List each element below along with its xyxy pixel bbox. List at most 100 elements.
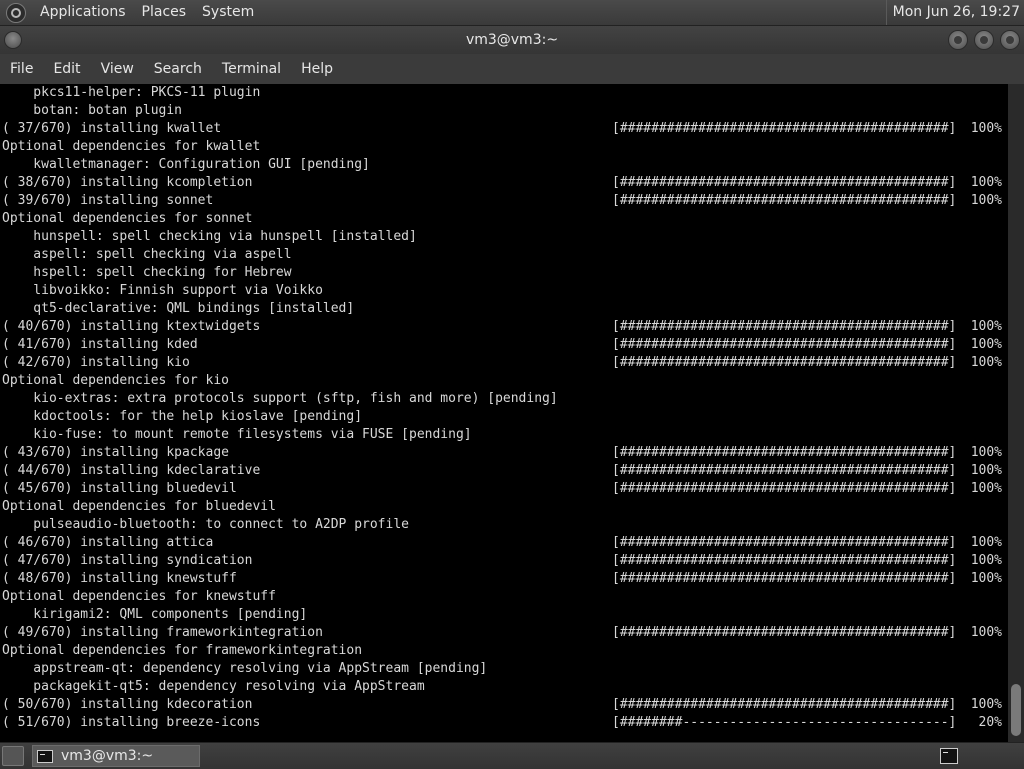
terminal-line-text: ( 48/670) installing knewstuff — [2, 571, 237, 586]
terminal-line-text: kirigami2: QML components [pending] — [2, 607, 308, 622]
applications-logo-icon[interactable] — [6, 2, 26, 23]
minimize-button[interactable] — [948, 30, 968, 50]
window-title: vm3@vm3:~ — [465, 32, 559, 48]
terminal-line: appstream-qt: dependency resolving via A… — [0, 660, 1008, 678]
progress-percent: 100% — [970, 463, 1002, 478]
terminal-line-text: libvoikko: Finnish support via Voikko — [2, 283, 323, 298]
terminal-line: aspell: spell checking via aspell — [0, 246, 1008, 264]
terminal-line: kdoctools: for the help kioslave [pendin… — [0, 408, 1008, 426]
taskbar-window-button[interactable]: vm3@vm3:~ — [32, 745, 200, 767]
terminal-line: Optional dependencies for sonnet — [0, 210, 1008, 228]
progress-bar-text: [#######################################… — [612, 121, 957, 136]
terminal-line: ( 42/670) installing kio [###############… — [0, 354, 1008, 372]
terminal-line: Optional dependencies for kio — [0, 372, 1008, 390]
terminal-line: Optional dependencies for kwallet — [0, 138, 1008, 156]
terminal-scrollbar[interactable] — [1008, 84, 1024, 742]
places-menu[interactable]: Places — [134, 0, 195, 25]
scrollbar-thumb[interactable] — [1011, 684, 1021, 736]
applications-menu[interactable]: Applications — [32, 0, 134, 25]
terminal-line-text: pulseaudio-bluetooth: to connect to A2DP… — [2, 517, 409, 532]
progress-bar-text: [#######################################… — [612, 553, 957, 568]
progress-percent: 100% — [970, 553, 1002, 568]
terminal-line-text: packagekit-qt5: dependency resolving via… — [2, 679, 425, 694]
progress-bar-text: [#######################################… — [612, 463, 957, 478]
terminal-line: kio-extras: extra protocols support (sft… — [0, 390, 1008, 408]
window-menu-button[interactable] — [4, 31, 22, 49]
progress-percent: 100% — [970, 319, 1002, 334]
system-menu[interactable]: System — [194, 0, 262, 25]
progress-percent: 100% — [970, 445, 1002, 460]
terminal-line: kirigami2: QML components [pending] — [0, 606, 1008, 624]
terminal-line-text: ( 45/670) installing bluedevil — [2, 481, 237, 496]
progress-bar-text: [#######################################… — [612, 445, 957, 460]
menu-search[interactable]: Search — [144, 54, 212, 84]
progress-percent: 100% — [970, 535, 1002, 550]
progress-percent: 100% — [970, 571, 1002, 586]
menu-view[interactable]: View — [91, 54, 144, 84]
terminal-line: ( 43/670) installing kpackage [##########… — [0, 444, 1008, 462]
terminal-line: pkcs11-helper: PKCS-11 plugin — [0, 84, 1008, 102]
window-title-bar[interactable]: vm3@vm3:~ — [0, 26, 1024, 54]
terminal-line-text: pkcs11-helper: PKCS-11 plugin — [2, 85, 261, 100]
progress-percent: 100% — [970, 481, 1002, 496]
progress-percent: 100% — [970, 193, 1002, 208]
menu-terminal[interactable]: Terminal — [212, 54, 291, 84]
terminal-line: ( 46/670) installing attica [############… — [0, 534, 1008, 552]
terminal-line: Optional dependencies for frameworkinteg… — [0, 642, 1008, 660]
terminal-line: pulseaudio-bluetooth: to connect to A2DP… — [0, 516, 1008, 534]
show-desktop-button[interactable] — [2, 746, 24, 766]
terminal-line-text: ( 46/670) installing attica — [2, 535, 214, 550]
terminal-line: ( 41/670) installing kded [##############… — [0, 336, 1008, 354]
progress-bar-text: [#######################################… — [612, 337, 957, 352]
maximize-button[interactable] — [974, 30, 994, 50]
terminal-line: kwalletmanager: Configuration GUI [pendi… — [0, 156, 1008, 174]
terminal-line-text: ( 37/670) installing kwallet — [2, 121, 222, 136]
terminal-line: botan: botan plugin — [0, 102, 1008, 120]
menu-help[interactable]: Help — [291, 54, 343, 84]
progress-bar-text: [#######################################… — [612, 175, 957, 190]
terminal-line-text: Optional dependencies for kio — [2, 373, 229, 388]
terminal-line-text: ( 38/670) installing kcompletion — [2, 175, 253, 190]
menu-file[interactable]: File — [0, 54, 43, 84]
progress-bar-text: [#######################################… — [612, 319, 957, 334]
progress-bar-text: [#######################################… — [612, 481, 957, 496]
terminal-line-text: Optional dependencies for sonnet — [2, 211, 253, 226]
progress-percent: 100% — [970, 697, 1002, 712]
terminal-line-text: kwalletmanager: Configuration GUI [pendi… — [2, 157, 370, 172]
progress-percent: 100% — [970, 625, 1002, 640]
clock[interactable]: Mon Jun 26, 19:27 — [885, 0, 1024, 25]
terminal-line-text: ( 44/670) installing kdeclarative — [2, 463, 261, 478]
top-panel: Applications Places System Mon Jun 26, 1… — [0, 0, 1024, 26]
terminal-output[interactable]: pkcs11-helper: PKCS-11 plugin botan: bot… — [0, 84, 1008, 742]
terminal-line: Optional dependencies for bluedevil — [0, 498, 1008, 516]
close-button[interactable] — [1000, 30, 1020, 50]
progress-bar-text: [#######################################… — [612, 193, 957, 208]
terminal-line-text: hunspell: spell checking via hunspell [i… — [2, 229, 417, 244]
terminal-line-text: ( 51/670) installing breeze-icons — [2, 715, 261, 730]
menu-edit[interactable]: Edit — [43, 54, 90, 84]
terminal-line-text: botan: botan plugin — [2, 103, 183, 118]
terminal-line: ( 44/670) installing kdeclarative [######… — [0, 462, 1008, 480]
terminal-line: hspell: spell checking for Hebrew — [0, 264, 1008, 282]
terminal-line-text: appstream-qt: dependency resolving via A… — [2, 661, 488, 676]
terminal-line: kio-fuse: to mount remote filesystems vi… — [0, 426, 1008, 444]
progress-bar-text: [#######################################… — [612, 625, 957, 640]
progress-percent: 100% — [970, 175, 1002, 190]
terminal-line: qt5-declarative: QML bindings [installed… — [0, 300, 1008, 318]
progress-bar-text: [#######################################… — [612, 697, 957, 712]
terminal-icon[interactable] — [940, 748, 958, 764]
terminal-line-text: ( 49/670) installing frameworkintegratio… — [2, 625, 323, 640]
progress-percent: 20% — [978, 715, 1002, 730]
progress-percent: 100% — [970, 121, 1002, 136]
terminal-line-text: ( 43/670) installing kpackage — [2, 445, 229, 460]
taskbar-window-label: vm3@vm3:~ — [61, 748, 154, 764]
terminal-line: ( 50/670) installing kdecoration [#######… — [0, 696, 1008, 714]
terminal-line-text: kio-extras: extra protocols support (sft… — [2, 391, 558, 406]
terminal-line: ( 40/670) installing ktextwidgets [######… — [0, 318, 1008, 336]
terminal-line: ( 39/670) installing sonnet [############… — [0, 192, 1008, 210]
progress-percent: 100% — [970, 337, 1002, 352]
terminal-line-text: qt5-declarative: QML bindings [installed… — [2, 301, 355, 316]
terminal-line: ( 48/670) installing knewstuff [#########… — [0, 570, 1008, 588]
menu-bar: File Edit View Search Terminal Help — [0, 54, 1024, 84]
terminal-line: Optional dependencies for knewstuff — [0, 588, 1008, 606]
